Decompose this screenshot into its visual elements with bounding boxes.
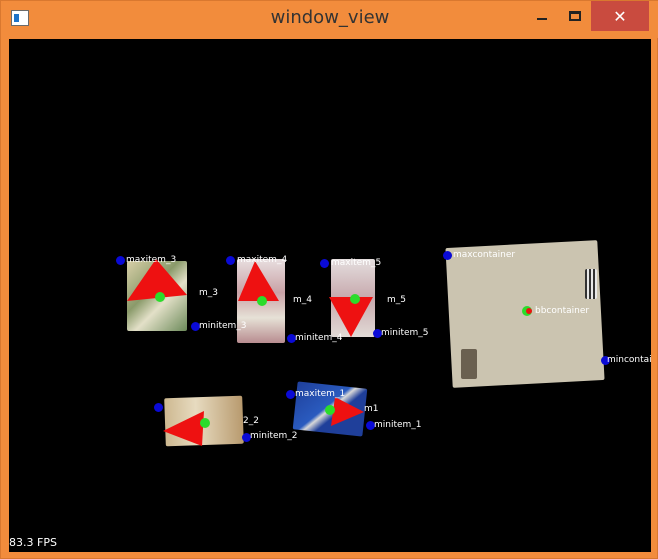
minitem-3-label: minitem_3 — [199, 321, 247, 331]
maxitem-3-label: maxitem_3 — [126, 255, 177, 265]
item-1-arrow-head — [331, 397, 364, 426]
maxcontainer-point — [443, 251, 452, 260]
minitem-1-label: minitem_1 — [374, 420, 422, 430]
application-window: window_view ✕ maxitem_3 m_3 minitem_3 ma… — [0, 0, 658, 559]
item-2-arrow-head — [163, 411, 204, 446]
item-2-center-point — [200, 418, 210, 428]
maxitem-3-point — [116, 256, 125, 265]
maxitem-4-point — [226, 256, 235, 265]
fps-counter: 83.3 FPS — [9, 536, 57, 549]
minimize-icon — [537, 18, 547, 20]
item-5-center-point — [350, 294, 360, 304]
item-3-center-point — [155, 292, 165, 302]
minimize-button[interactable] — [528, 1, 556, 31]
maximize-icon — [569, 11, 581, 21]
item-1-center-point — [325, 405, 335, 415]
title-bar[interactable]: window_view ✕ — [1, 1, 658, 38]
maxitem-5-label: maxitem_5 — [331, 258, 382, 268]
window-title: window_view — [270, 7, 390, 28]
item-4-arrow-head — [238, 261, 279, 301]
maxitem-1-label: maxitem_1 — [295, 389, 346, 399]
item-3-label: m_3 — [199, 288, 218, 298]
minitem-5-label: minitem_5 — [381, 328, 429, 338]
maxitem-2-point — [154, 403, 163, 412]
close-button[interactable]: ✕ — [591, 1, 649, 31]
maxitem-1-point — [286, 390, 295, 399]
point-cloud-viewport[interactable]: maxitem_3 m_3 minitem_3 maxitem_4 m_4 mi… — [9, 39, 651, 552]
mincontainer-label: mincontai — [607, 355, 651, 365]
item-1-label: m1 — [364, 404, 379, 414]
minitem-2-label: minitem_2 — [250, 431, 298, 441]
minitem-4-label: minitem_4 — [295, 333, 343, 343]
bbcontainer-label: bbcontainer — [535, 306, 590, 316]
container-center-marker — [526, 308, 532, 314]
item-4-center-point — [257, 296, 267, 306]
close-icon: ✕ — [613, 6, 627, 26]
maximize-button[interactable] — [561, 1, 589, 31]
maxcontainer-label: maxcontainer — [453, 250, 516, 260]
maxitem-4-label: maxitem_4 — [237, 255, 288, 265]
item-4-label: m_4 — [293, 295, 312, 305]
maxitem-5-point — [320, 259, 329, 268]
item-3-orientation-arrow — [127, 259, 373, 446]
item-5-label: m_5 — [387, 295, 406, 305]
item-2-label: 2_2 — [243, 416, 259, 426]
